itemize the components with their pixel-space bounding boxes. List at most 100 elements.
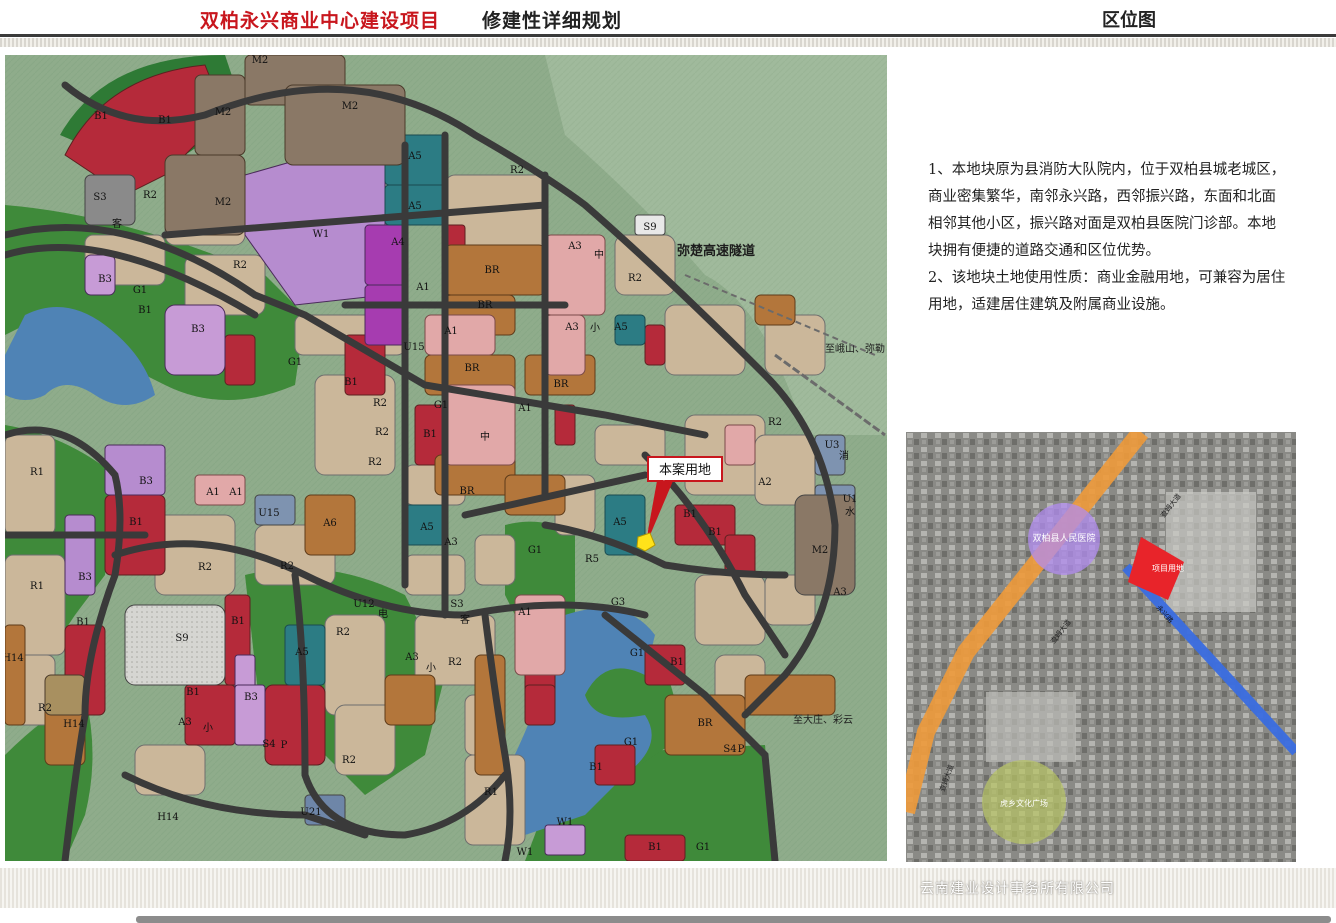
project-title: 双柏永兴商业中心建设项目 — [200, 10, 441, 32]
zone-label: B3 — [191, 324, 205, 335]
zone-label: R2 — [198, 562, 212, 573]
zone-label: A1 — [517, 607, 532, 618]
zone-label: R1 — [30, 581, 44, 592]
zone-label: A4 — [390, 237, 405, 248]
zone-label: B1 — [648, 842, 662, 853]
zone-label: B1 — [186, 687, 200, 698]
zone-label: A5 — [407, 151, 422, 162]
zone-label: S3 — [93, 192, 106, 203]
description-paragraph-2: 2、该地块土地使用性质：商业金融用地，可兼容为居住用地，适建居住建筑及附属商业设… — [928, 270, 1286, 313]
zone-label: A3 — [177, 717, 192, 728]
zone-label: S9 — [175, 633, 188, 644]
zone-label: W1 — [313, 229, 330, 240]
zone-label: U3 — [825, 440, 840, 451]
zone-label: R2 — [373, 398, 387, 409]
zone-label: H14 — [63, 719, 84, 730]
header-rule — [0, 34, 1336, 37]
zone-label: W1 — [517, 847, 534, 858]
zone-label: R2 — [143, 190, 157, 201]
zone-label: A5 — [419, 522, 434, 533]
zone-label: B1 — [589, 762, 603, 773]
zone-label: R2 — [768, 417, 782, 428]
zone-label: B3 — [78, 572, 92, 583]
direction-label-east: 至峨山、弥勒 — [825, 342, 885, 355]
zone-label: A3 — [567, 241, 582, 252]
zone-label: 小 — [590, 322, 600, 334]
zone-label: 客 — [460, 613, 470, 626]
square-label: 虎乡文化广场 — [1000, 798, 1048, 808]
zone-label: BR — [698, 718, 713, 729]
zone-label: H14 — [157, 812, 178, 823]
zone-label: A6 — [322, 518, 337, 529]
zone-label: B1 — [129, 517, 143, 528]
zone-label: R2 — [375, 427, 389, 438]
zone-label: W1 — [557, 817, 574, 828]
zone-label: P — [281, 740, 288, 751]
zone-label: M2 — [812, 545, 829, 556]
zone-label: R2 — [280, 561, 294, 572]
land-use-map: B1 B1 M2 M2 M2 S3 客 R2 M2 W1 A5 A5 A4 B3… — [5, 55, 887, 861]
zone-label: M2 — [215, 197, 232, 208]
zone-label: R2 — [38, 703, 52, 714]
zone-label: G1 — [624, 737, 638, 748]
zone-label: 水 — [845, 506, 855, 518]
zone-label: A5 — [612, 517, 627, 528]
zone-label: A1 — [228, 487, 243, 498]
zone-label: A3 — [564, 322, 579, 333]
zone-label: G3 — [611, 597, 625, 608]
zone-label: R2 — [336, 627, 350, 638]
zone-label: BR — [478, 300, 493, 311]
zone-label: S4 — [723, 744, 736, 755]
zone-label: 小 — [203, 722, 213, 734]
zone-label: R2 — [233, 260, 247, 271]
tunnel-label: 弥楚高速隧道 — [677, 243, 755, 259]
hospital-label: 双柏县人民医院 — [1032, 532, 1095, 544]
zone-label: M2 — [252, 55, 269, 66]
zone-label: S9 — [643, 222, 656, 233]
zone-label: U15 — [258, 508, 279, 519]
zone-label: A2 — [757, 477, 772, 488]
zone-label: R2 — [342, 755, 356, 766]
section-title: 区位图 — [1102, 10, 1156, 31]
zone-label: B1 — [670, 657, 684, 668]
zone-label: R2 — [510, 165, 524, 176]
description-paragraph-1: 1、本地块原为县消防大队院内，位于双柏县城老城区，商业密集繁华，南邻永兴路，西邻… — [928, 162, 1286, 259]
zone-label: G1 — [696, 842, 710, 853]
zone-label: B1 — [231, 616, 245, 627]
zone-label: A5 — [407, 201, 422, 212]
header-bar: 双柏永兴商业中心建设项目 修建性详细规划 区位图 — [0, 0, 1336, 52]
zone-label: M2 — [215, 107, 232, 118]
zone-label: R5 — [585, 554, 599, 565]
zone-label: G1 — [434, 400, 448, 411]
footer-band — [0, 868, 1336, 908]
zone-label: U12 — [353, 599, 374, 610]
zone-label: B3 — [244, 692, 258, 703]
header-pattern-band — [0, 38, 1336, 47]
zone-label: B1 — [158, 115, 172, 126]
zone-label: A1 — [443, 326, 458, 337]
zone-label: R1 — [30, 467, 44, 478]
zone-label: A1 — [205, 487, 220, 498]
zone-label: U21 — [300, 807, 321, 818]
zone-label: B1 — [138, 305, 152, 316]
zone-label: BR — [460, 486, 475, 497]
direction-label-south: 至大庄、彩云 — [793, 713, 853, 726]
zone-label: U1 — [843, 494, 858, 505]
zone-label: A5 — [294, 647, 309, 658]
zone-label: BR — [554, 379, 569, 390]
company-name: 云南建业设计事务所有限公司 — [920, 881, 1115, 897]
horizontal-scrollbar[interactable] — [136, 916, 1331, 923]
zone-label: G1 — [528, 545, 542, 556]
zone-label: B1 — [76, 617, 90, 628]
zone-label: 客 — [112, 217, 122, 230]
description-text: 1、本地块原为县消防大队院内，位于双柏县城老城区，商业密集繁华，南邻永兴路，西邻… — [928, 157, 1288, 319]
zone-label: G1 — [133, 285, 147, 296]
zone-label: R1 — [484, 787, 498, 798]
zone-label: A3 — [443, 537, 458, 548]
aerial-location-photo: 双柏县人民医院 项目用地 虎乡文化广场 查姆大道 查姆大道 查姆大道 永兴路 — [906, 432, 1296, 862]
zone-label: G1 — [288, 357, 302, 368]
zone-label: 消 — [839, 449, 849, 462]
zone-label: A3 — [832, 587, 847, 598]
zone-label: B3 — [98, 274, 112, 285]
zone-label: S4 — [262, 739, 275, 750]
